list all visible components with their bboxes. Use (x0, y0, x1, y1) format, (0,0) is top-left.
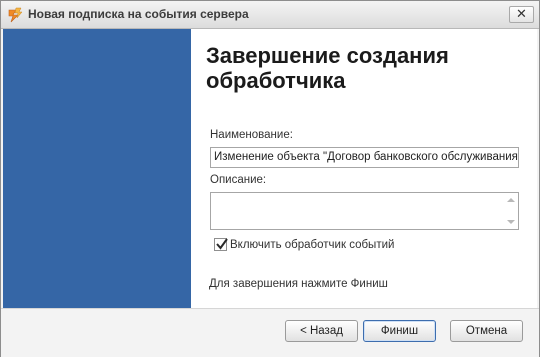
close-icon: ✕ (516, 6, 527, 21)
wizard-content: Завершение создания обработчика Наименов… (3, 29, 537, 308)
finish-button[interactable]: Финиш (363, 320, 436, 342)
window-title: Новая подписка на события сервера (28, 7, 249, 21)
page-title-line-1: Завершение создания (206, 43, 449, 68)
scroll-up-arrow-icon[interactable] (507, 198, 515, 202)
button-bar: < Назад Финиш Отмена (1, 308, 539, 357)
name-label: Наименование: (210, 129, 293, 141)
back-button[interactable]: < Назад (285, 320, 358, 342)
wizard-window: Новая подписка на события сервера ✕ Заве… (0, 0, 540, 357)
scroll-down-arrow-icon[interactable] (507, 220, 515, 224)
description-textarea[interactable] (210, 192, 519, 230)
description-label: Описание: (210, 174, 267, 186)
cancel-button[interactable]: Отмена (450, 320, 523, 342)
page-title: Завершение создания обработчика (206, 43, 526, 93)
close-button[interactable]: ✕ (509, 6, 534, 23)
app-icon (7, 7, 23, 23)
title-bar[interactable]: Новая подписка на события сервера ✕ (1, 1, 539, 29)
side-banner (3, 29, 191, 308)
enable-handler-checkbox[interactable] (214, 238, 228, 251)
name-input[interactable]: Изменение объекта "Договор банковского о… (210, 147, 519, 168)
enable-handler-label[interactable]: Включить обработчик событий (230, 239, 394, 251)
page-title-line-2: обработчика (206, 68, 346, 93)
checkmark-icon (216, 238, 228, 250)
finish-hint: Для завершения нажмите Финиш (209, 278, 388, 290)
